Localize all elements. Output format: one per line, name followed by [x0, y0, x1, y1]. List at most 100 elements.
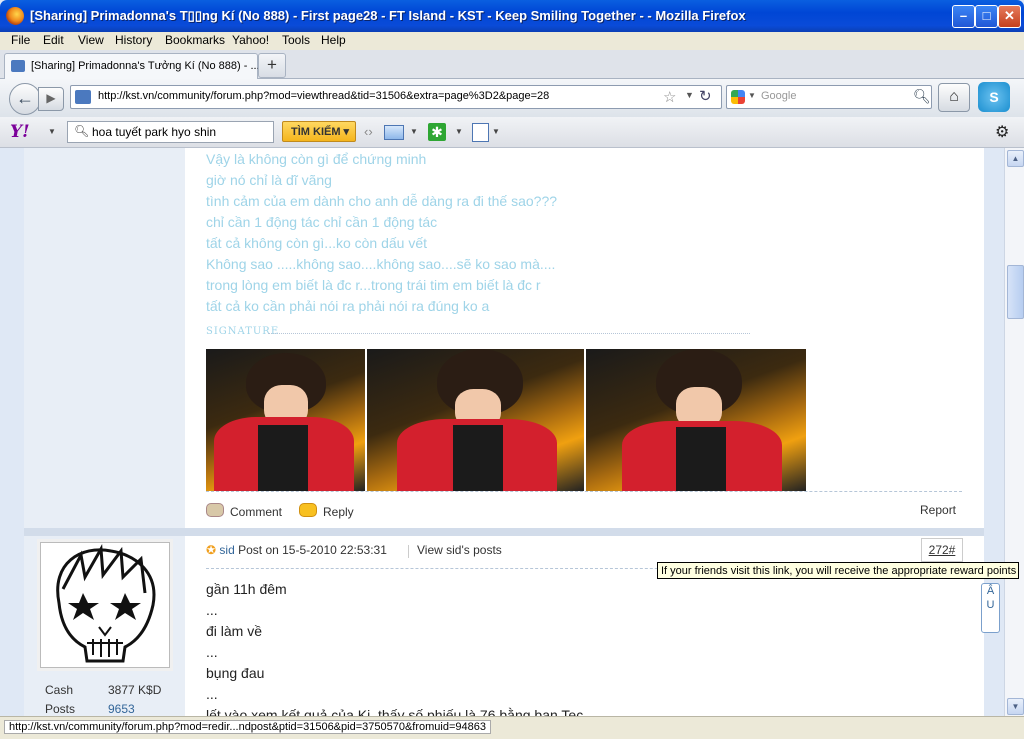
reply-icon [299, 503, 317, 517]
navigation-bar: ← ▶ http://kst.vn/community/forum.php?mo… [0, 79, 1024, 117]
site-favicon-icon [11, 60, 25, 72]
status-link-url: http://kst.vn/community/forum.php?mod=re… [4, 720, 491, 734]
minimize-button[interactable]: – [952, 5, 975, 28]
menu-history[interactable]: History [115, 33, 152, 47]
search-icon: 🔍︎ [74, 124, 90, 138]
post2-line: ... [206, 644, 218, 660]
yahoo-toolbar: Y! ▼ 🔍︎ hoa tuyết park hyo shin TÌM KIẾM… [0, 117, 1024, 148]
search-icon[interactable]: 🔍︎ [913, 88, 931, 105]
menu-file[interactable]: File [11, 33, 30, 47]
post2-line: gần 11h đêm [206, 581, 287, 597]
stat-label: Posts [45, 702, 76, 716]
scroll-up-button[interactable]: ▲ [1007, 150, 1024, 167]
post-meta: ✪ sid Post on 15-5-2010 22:53:31 [206, 543, 387, 557]
status-bar: http://kst.vn/community/forum.php?mod=re… [0, 716, 1024, 739]
new-tab-button[interactable]: + [258, 53, 286, 78]
menu-help[interactable]: Help [321, 33, 346, 47]
online-status-icon: ✪ [206, 543, 217, 557]
post2-line: ... [206, 602, 218, 618]
signature-image [206, 349, 806, 491]
signature-photo [206, 349, 365, 491]
menu-yahoo[interactable]: Yahoo! [232, 33, 269, 47]
tab-label: [Sharing] Primadonna's Tưởng Kí (No 888)… [31, 60, 260, 72]
tab-active[interactable]: [Sharing] Primadonna's Tưởng Kí (No 888)… [4, 53, 260, 79]
bookmarks-dropdown-icon[interactable]: ▼ [492, 127, 500, 136]
post1-line: tất cả ko cần phải nói ra phải nói ra đú… [206, 298, 490, 314]
post2-line: lết vào xem kết quả của Ki, thấy số phiế… [206, 707, 584, 716]
scroll-down-button[interactable]: ▼ [1007, 698, 1024, 715]
post-date: Post on 15-5-2010 22:53:31 [238, 543, 387, 557]
page-viewport: Vậy là không còn gì để chứng minh giờ nó… [0, 148, 1004, 716]
close-button[interactable]: ✕ [998, 5, 1021, 28]
post1-line: tất cả không còn gì...ko còn dấu vết [206, 235, 428, 251]
post1-line: Vậy là không còn gì để chứng minh [206, 151, 427, 167]
mail-icon[interactable] [384, 125, 404, 140]
tab-bar: [Sharing] Primadonna's Tưởng Kí (No 888)… [0, 50, 1024, 79]
address-bar[interactable]: http://kst.vn/community/forum.php?mod=vi… [70, 85, 722, 109]
menu-bookmarks[interactable]: Bookmarks [165, 33, 225, 47]
search-bar[interactable]: ▼ Google 🔍︎ [726, 85, 932, 109]
post1-line: trong lòng em biết là đc r...trong trái … [206, 277, 541, 293]
games-dropdown-icon[interactable]: ▼ [455, 127, 463, 136]
post2-line: bụng đau [206, 665, 265, 681]
stat-value[interactable]: 9653 [108, 702, 135, 716]
comment-icon [206, 503, 224, 517]
settings-gear-icon[interactable]: ⚙ [995, 122, 1009, 142]
post1-line: Không sao .....không sao....không sao...… [206, 256, 556, 272]
meta-separator [408, 545, 409, 558]
menu-edit[interactable]: Edit [43, 33, 64, 47]
signature-divider [268, 333, 750, 334]
firefox-icon [6, 7, 24, 25]
search-engine-dropdown-icon[interactable]: ▼ [748, 91, 756, 100]
stat-value: 3877 K$D [108, 683, 162, 697]
yahoo-logo[interactable]: Y! [10, 122, 30, 142]
post1-line: tình cảm của em dành cho anh dễ dàng ra … [206, 193, 558, 209]
bookmark-star-icon[interactable]: ☆ [663, 88, 676, 106]
games-icon[interactable]: ✱ [428, 123, 446, 141]
signature-photo [586, 349, 806, 491]
back-button[interactable]: ← [9, 83, 41, 115]
post-number-link[interactable]: 272# [921, 538, 963, 562]
maximize-button[interactable]: □ [975, 5, 998, 28]
comment-button[interactable]: Comment [206, 503, 282, 519]
yahoo-search-button[interactable]: TÌM KIẾM ▾ [282, 121, 356, 142]
page-left-margin [0, 148, 24, 716]
post1-author-column [24, 148, 185, 528]
reward-tooltip: If your friends visit this link, you wil… [657, 562, 1019, 579]
yahoo-search-value[interactable]: hoa tuyết park hyo shin [92, 125, 216, 139]
window-title: [Sharing] Primadonna's T▯▯ng Kí (No 888)… [30, 8, 746, 23]
home-button[interactable]: ⌂ [938, 83, 970, 112]
scroll-thumb[interactable] [1007, 265, 1024, 319]
address-url[interactable]: http://kst.vn/community/forum.php?mod=vi… [98, 90, 549, 102]
report-button[interactable]: Report [920, 503, 956, 517]
bookmarks-icon[interactable] [472, 123, 489, 142]
menu-tools[interactable]: Tools [282, 33, 310, 47]
post-divider [24, 528, 984, 536]
reply-button[interactable]: Reply [299, 503, 354, 519]
post2-line: đi làm về [206, 623, 263, 639]
google-icon[interactable] [731, 90, 745, 104]
yahoo-dropdown-icon[interactable]: ▼ [48, 127, 56, 136]
search-placeholder[interactable]: Google [761, 90, 796, 102]
yahoo-search-input[interactable]: 🔍︎ hoa tuyết park hyo shin [67, 121, 274, 143]
menu-bar: File Edit View History Bookmarks Yahoo! … [0, 32, 1024, 50]
forward-button[interactable]: ▶ [38, 87, 64, 111]
toolbar-separator: ‹› [364, 124, 373, 139]
menu-view[interactable]: View [78, 33, 104, 47]
post1-line: giờ nó chỉ là dĩ vãng [206, 172, 332, 188]
signature-label: SIGNATURE [206, 326, 280, 337]
stat-label: Cash [45, 683, 74, 697]
skype-icon[interactable]: S [978, 82, 1010, 112]
post-author-link[interactable]: sid [219, 543, 234, 557]
post1-line: chỉ cần 1 động tác chỉ cần 1 động tác [206, 214, 438, 230]
reload-icon[interactable]: ↻ [699, 87, 712, 105]
signature-photo [367, 349, 584, 491]
avatar[interactable] [40, 542, 170, 668]
post1-actions-divider [206, 491, 962, 492]
side-quick-tab[interactable]: ÂU [981, 583, 1000, 633]
vertical-scrollbar[interactable]: ▲ ▼ [1004, 148, 1024, 716]
mail-dropdown-icon[interactable]: ▼ [410, 127, 418, 136]
site-favicon-icon [75, 90, 91, 104]
view-author-posts-link[interactable]: View sid's posts [417, 543, 502, 557]
history-dropdown-icon[interactable]: ▼ [685, 90, 694, 100]
